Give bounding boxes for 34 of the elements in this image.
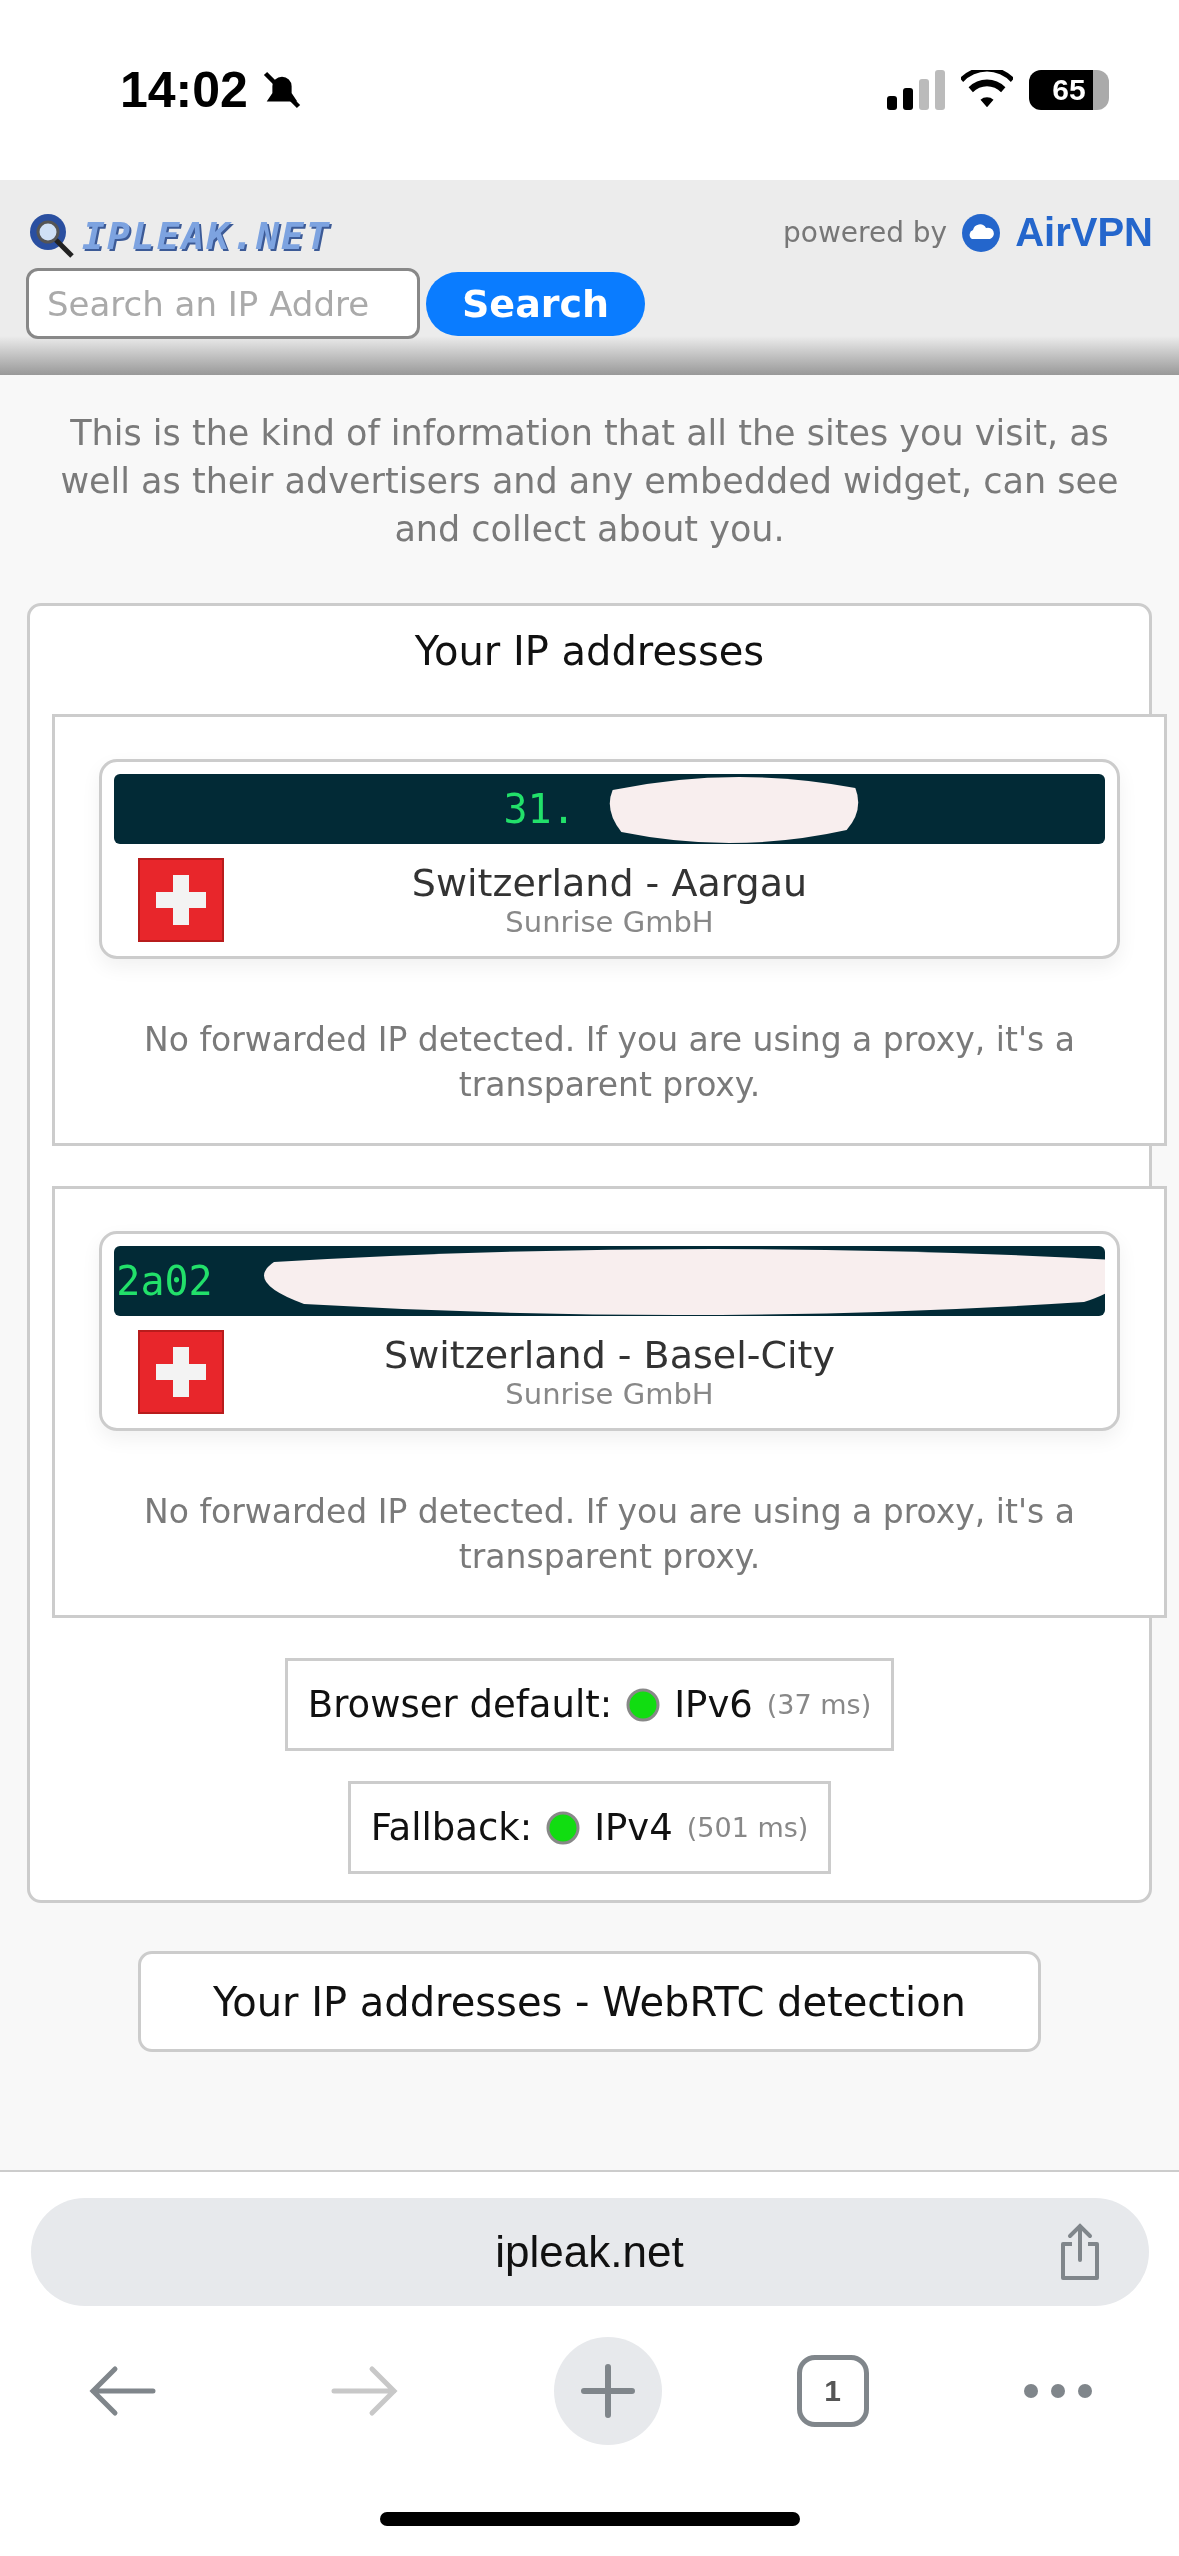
signal-icon [887,70,945,110]
protocol-name: IPv4 [594,1806,673,1849]
webrtc-button[interactable]: Your IP addresses - WebRTC detection [138,1951,1041,2052]
forwarded-ip-note: No forwarded IP detected. If you are using a proxy, it's a transparent proxy. [143,1491,1076,1578]
url-text: ipleak.net [495,2227,684,2277]
swiss-flag-icon [138,1330,224,1414]
search-field[interactable]: Search an IP Addre [26,268,420,339]
forwarded-ip-note: No forwarded IP detected. If you are using a proxy, it's a transparent proxy. [143,1019,1076,1106]
forward-arrow-icon [329,2363,400,2419]
latency-text: (37 ms) [766,1689,872,1720]
ip-address: 31. [503,786,576,832]
powered-by-label: powered by [783,216,948,249]
cloud-icon [961,212,1002,253]
sponsor-logo[interactable]: AirVPN [1015,210,1153,255]
location-text: Switzerland - Basel-City [384,1333,835,1377]
isp-text: Sunrise GmbH [505,905,714,939]
section-title: Your IP addresses [414,628,766,674]
plus-icon [579,2363,636,2419]
protocol-name: IPv6 [674,1683,753,1726]
tabs-button[interactable]: 1 [796,2355,869,2427]
wifi-icon [961,70,1013,110]
battery-indicator: 65 [1029,70,1109,110]
isp-text: Sunrise GmbH [505,1377,714,1411]
ip-address: 2a02 [116,1258,213,1304]
search-button[interactable]: Search [426,271,646,336]
more-dots-icon [1022,2383,1093,2399]
protocol-label: Browser default: [307,1683,613,1726]
status-time: 14:02 [120,61,248,119]
swiss-flag-icon [138,858,224,942]
latency-text: (501 ms) [686,1812,809,1843]
address-bar[interactable]: ipleak.net [30,2198,1149,2306]
location-text: Switzerland - Aargau [411,861,808,905]
protocol-label: Fallback: [370,1806,533,1849]
intro-text: This is the kind of information that all the sites you visit, as well as their advertisers and any embedded widget, can see and collect about you. [59,412,1120,551]
